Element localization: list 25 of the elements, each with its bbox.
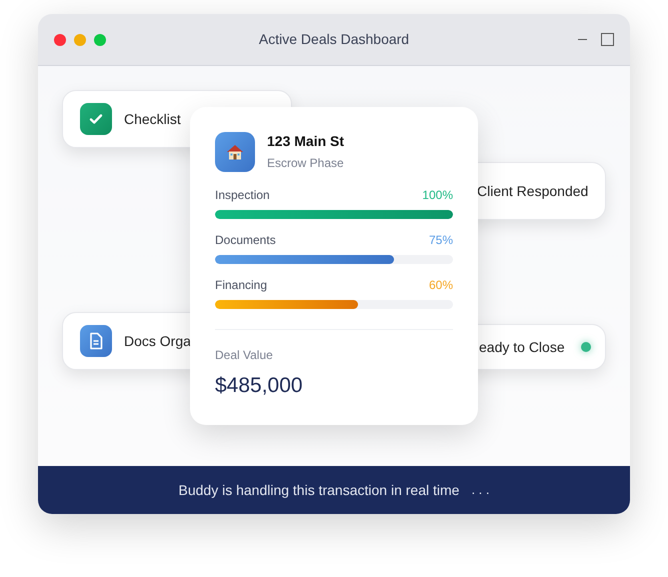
status-label: Checklist [124,110,181,128]
progress-value: 100% [422,187,453,204]
deal-title: 123 Main St [267,132,344,151]
document-icon [80,325,112,357]
minimize-button[interactable] [74,34,86,46]
maximize-button[interactable] [94,34,106,46]
deal-phase: Escrow Phase [267,155,344,172]
progress-value: 75% [428,232,453,249]
window-title: Active Deals Dashboard [258,30,410,49]
minimize-icon[interactable] [578,38,587,40]
window-icon[interactable] [601,33,614,46]
progress-label: Inspection [215,187,270,204]
close-button[interactable] [54,34,66,46]
progress-value: 60% [428,277,453,294]
status-label: eady to Close [479,338,565,357]
status-text: Buddy is handling this transaction in real time [178,480,460,500]
typing-dots: . . . [471,481,490,500]
progress-label: Financing [215,277,268,294]
deal-value: $485,000 [215,373,304,399]
status-label: Docs Orga [124,332,191,351]
deal-value-label: Deal Value [215,347,274,364]
progress-label: Documents [215,232,276,249]
checkmark-icon [80,103,112,135]
house-icon [215,132,255,172]
status-label: Client Responded [477,182,588,201]
